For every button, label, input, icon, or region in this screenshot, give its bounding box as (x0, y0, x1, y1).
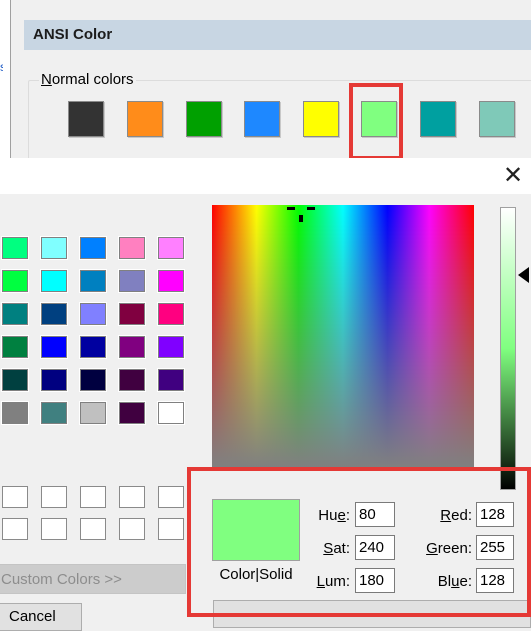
custom-color-swatch[interactable] (80, 518, 106, 540)
basic-color-swatch[interactable] (79, 269, 107, 293)
normal-colors-label-accesskey: N (41, 71, 52, 88)
custom-color-swatch[interactable] (41, 518, 67, 540)
basic-color-swatch[interactable] (79, 335, 107, 359)
cancel-button[interactable]: Cancel (0, 603, 82, 631)
custom-color-swatch[interactable] (119, 486, 145, 508)
custom-color-swatch[interactable] (41, 486, 67, 508)
ansi-swatch-black[interactable] (68, 101, 104, 137)
basic-color-swatch[interactable] (118, 236, 146, 260)
basic-color-swatch[interactable] (157, 269, 185, 293)
ansi-swatch-teal[interactable] (420, 101, 456, 137)
normal-colors-label: Normal colors (39, 70, 136, 90)
highlight-box-selected-swatch (349, 83, 403, 160)
spectrum-crosshair-icon[interactable] (287, 205, 315, 223)
basic-color-swatch[interactable] (1, 401, 29, 425)
ansi-swatch-green[interactable] (186, 101, 222, 137)
basic-color-swatch[interactable] (157, 401, 185, 425)
ansi-swatch-blue[interactable] (244, 101, 280, 137)
basic-color-swatch[interactable] (1, 335, 29, 359)
define-custom-colors-button[interactable]: Custom Colors >> (0, 564, 186, 594)
basic-color-swatch[interactable] (40, 302, 68, 326)
close-icon[interactable]: ✕ (498, 161, 528, 191)
basic-color-swatch[interactable] (40, 335, 68, 359)
basic-color-swatch[interactable] (40, 368, 68, 392)
basic-color-swatch[interactable] (79, 401, 107, 425)
basic-color-swatch[interactable] (157, 302, 185, 326)
basic-color-swatch[interactable] (40, 236, 68, 260)
basic-color-swatch[interactable] (157, 368, 185, 392)
basic-color-swatch[interactable] (118, 368, 146, 392)
basic-color-swatch[interactable] (118, 302, 146, 326)
ansi-color-title: ANSI Color (33, 26, 113, 43)
color-spectrum[interactable] (212, 205, 474, 467)
basic-color-swatch[interactable] (40, 269, 68, 293)
basic-color-swatch[interactable] (1, 269, 29, 293)
dialog-titlebar (0, 158, 531, 194)
highlight-box-color-values (187, 467, 531, 617)
basic-color-swatch[interactable] (1, 236, 29, 260)
basic-color-swatch[interactable] (40, 401, 68, 425)
basic-color-swatch[interactable] (118, 269, 146, 293)
custom-color-swatch[interactable] (80, 486, 106, 508)
left-nav-strip (0, 0, 11, 158)
custom-color-swatch[interactable] (2, 486, 28, 508)
basic-color-swatch[interactable] (1, 368, 29, 392)
ansi-swatch-yellow[interactable] (303, 101, 339, 137)
basic-color-swatch[interactable] (79, 236, 107, 260)
ansi-swatch-mint[interactable] (479, 101, 515, 137)
basic-color-swatch[interactable] (79, 368, 107, 392)
left-nav-link-fragment[interactable]: s (0, 60, 3, 74)
ansi-swatch-orange[interactable] (127, 101, 163, 137)
basic-color-swatch[interactable] (157, 335, 185, 359)
normal-colors-label-text: ormal colors (51, 71, 134, 88)
custom-color-swatch[interactable] (158, 486, 184, 508)
custom-color-swatch[interactable] (119, 518, 145, 540)
custom-color-swatch[interactable] (158, 518, 184, 540)
basic-color-swatch[interactable] (118, 401, 146, 425)
basic-color-swatch[interactable] (157, 236, 185, 260)
luminosity-arrow-icon[interactable] (518, 267, 529, 283)
custom-color-swatch[interactable] (2, 518, 28, 540)
basic-color-swatch[interactable] (79, 302, 107, 326)
basic-color-swatch[interactable] (118, 335, 146, 359)
basic-color-swatch[interactable] (1, 302, 29, 326)
luminosity-slider[interactable] (500, 207, 516, 490)
